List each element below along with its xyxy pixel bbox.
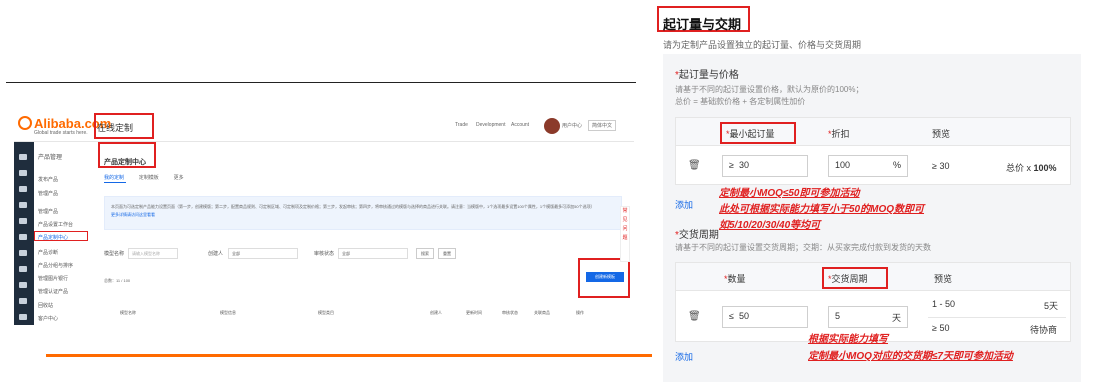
tab-my-custom[interactable]: 我的定制 <box>104 175 124 181</box>
moq-hint-2: 总价 = 基础款价格 + 各定制属性加价 <box>675 97 806 106</box>
box-icon[interactable] <box>19 234 27 240</box>
preview-header: 预览 <box>932 129 951 139</box>
sidebar <box>14 142 34 325</box>
moq-add-link[interactable]: 添加 <box>675 198 693 211</box>
highlight-box <box>94 113 154 139</box>
status-select[interactable]: 全部 <box>338 248 408 259</box>
moq-input[interactable]: ≥ 30 <box>722 155 808 177</box>
lead-preview-row2-left: ≥ 50 <box>932 323 950 333</box>
lead-hint: 请基于不同的起订量设置交货周期；交期：从买家完成付款到发货的天数 <box>675 243 931 252</box>
annotation-lead-1: 根据实际能力填写 <box>808 334 888 345</box>
info-link[interactable]: 更多详情请访问这里看看 <box>111 212 155 217</box>
menu-manage-product-2[interactable]: 管理产品 <box>38 208 58 215</box>
menu-workbench[interactable]: 产品设置工作台 <box>38 221 73 228</box>
active-tab-indicator <box>104 182 126 183</box>
menu-recycle[interactable]: 回收站 <box>38 302 53 309</box>
reset-button[interactable]: 重置 <box>438 248 456 259</box>
menu-image-bank[interactable]: 管理图片银行 <box>38 275 68 282</box>
col-status: 审核状态 <box>502 310 518 315</box>
moq-preview-left: ≥ 30 <box>932 161 950 171</box>
info-box: 本页面为可选定制产品能力设置页面（第一步，创建模版；第二步，配置商品规则、可定制… <box>104 196 622 230</box>
delete-icon-2[interactable]: 🗑 <box>688 311 701 322</box>
order-icon[interactable] <box>19 186 27 192</box>
annotation-moq-2: 此处可根据实际能力填写小于50的MOQ数即可 <box>719 204 925 215</box>
filter-row: 模型名称 请输入模型名称 创建人 全部 审核状态 全部 搜索 重置 <box>104 248 622 260</box>
pin-icon[interactable] <box>19 314 27 320</box>
language-select[interactable]: 简体中文 <box>588 120 617 131</box>
creator-label: 创建人 <box>208 251 224 257</box>
nav-account[interactable]: Account <box>511 122 529 128</box>
create-template-button[interactable]: 创建新模板 <box>586 272 624 282</box>
tab-templates[interactable]: 定制模板 <box>139 175 159 181</box>
preview-divider <box>928 317 1066 318</box>
search-button[interactable]: 搜索 <box>416 248 434 259</box>
menu-product-management[interactable]: 产品管理 <box>38 152 62 161</box>
quantity-header: *数量 <box>724 274 746 284</box>
col-info: 模型信息 <box>220 310 236 315</box>
moq-section-title: *起订量与价格 <box>675 70 739 81</box>
lead-add-link[interactable]: 添加 <box>675 350 693 363</box>
faq-float[interactable]: 常见问题 <box>620 206 630 262</box>
nav-development[interactable]: Development <box>476 122 505 128</box>
menu-grouping[interactable]: 产品分组与排序 <box>38 262 73 269</box>
nav-trade[interactable]: Trade <box>455 122 468 128</box>
message-icon[interactable] <box>19 266 27 272</box>
lead-preview-row2-right: 待协商 <box>1030 325 1058 335</box>
discount-header: *折扣 <box>828 129 850 139</box>
moq-preview-right: 总价 x 100% <box>1006 163 1057 173</box>
section-subtitle: 请为定制产品设置独立的起订量、价格与交货周期 <box>663 40 862 50</box>
section-title: 起订量与交期 <box>663 17 742 32</box>
lead-preview-row1-left: 1 - 50 <box>932 299 956 309</box>
info-text: 本页面为可选定制产品能力设置页面（第一步，创建模版；第二步，配置商品规则、可定制… <box>111 204 595 209</box>
product-icon[interactable] <box>19 170 27 176</box>
plus-icon[interactable] <box>19 282 27 288</box>
lead-days-input[interactable]: 5天 <box>828 306 908 328</box>
menu-diagnosis[interactable]: 产品诊断 <box>38 249 58 256</box>
quantity-input[interactable]: ≤ 50 <box>722 306 808 328</box>
chart-icon[interactable] <box>19 250 27 256</box>
lead-preview-header: 预览 <box>934 274 953 284</box>
lead-section-title: *交货周期 <box>675 230 719 241</box>
user-center-link[interactable]: 用户中心 <box>562 122 582 129</box>
col-actions: 操作 <box>576 310 584 315</box>
divider-line <box>6 82 636 83</box>
col-linked: 关联商品 <box>534 310 550 315</box>
creator-select[interactable]: 全部 <box>228 248 298 259</box>
orange-divider <box>46 354 652 357</box>
moq-hint-1: 请基于不同的起订量设置价格，默认为原价的100%； <box>675 85 864 94</box>
lead-preview-row1-right: 5天 <box>1044 301 1059 311</box>
grid-icon[interactable] <box>19 202 27 208</box>
col-creator: 创建人 <box>430 310 442 315</box>
top-bar: Alibaba.com Global trade starts here. 在线定… <box>14 110 634 142</box>
page-title: 产品定制中心 <box>104 159 146 166</box>
menu-certified[interactable]: 管理认证产品 <box>38 288 68 295</box>
moq-table: *最小起订量 *折扣 预览 🗑 ≥ 30 100% ≥ 30 总价 x 100% <box>675 117 1071 185</box>
status-label: 审核状态 <box>314 251 335 257</box>
menu-manage-product[interactable]: 管理产品 <box>38 190 58 197</box>
home-icon[interactable] <box>19 154 27 160</box>
name-filter-label: 模型名称 <box>104 251 125 257</box>
col-name: 模型名称 <box>120 310 136 315</box>
menu-publish-product[interactable]: 发布产品 <box>38 176 58 183</box>
avatar[interactable] <box>544 118 560 134</box>
menu-custom-center[interactable]: 产品定制中心 <box>38 234 68 241</box>
delete-icon[interactable]: 🗑 <box>688 160 701 171</box>
annotation-lead-2: 定制最小MOQ对应的交货期≤7天即可参加活动 <box>808 351 1013 362</box>
result-count: 总数：11 / 100 <box>104 278 131 283</box>
annotation-moq-3: 如5/10/20/30/40等均可 <box>719 220 821 231</box>
name-filter-input[interactable]: 请输入模型名称 <box>128 248 178 259</box>
col-updated: 更新时间 <box>466 310 482 315</box>
col-category: 模型类目 <box>318 310 334 315</box>
doc-icon[interactable] <box>19 218 27 224</box>
lead-time-header: *交货周期 <box>828 274 868 284</box>
discount-input[interactable]: 100% <box>828 155 908 177</box>
annotation-moq-1: 定制最小MOQ≤50即可参加活动 <box>719 188 860 199</box>
moq-header: *最小起订量 <box>726 129 775 139</box>
tab-more[interactable]: 更多 <box>174 175 184 181</box>
custom-center-screenshot: Alibaba.com Global trade starts here. 在线定… <box>14 110 634 325</box>
tabs: 我的定制 定制模板 更多 <box>104 174 184 181</box>
file-icon[interactable] <box>19 298 27 304</box>
menu-customer[interactable]: 客户中心 <box>38 315 58 322</box>
